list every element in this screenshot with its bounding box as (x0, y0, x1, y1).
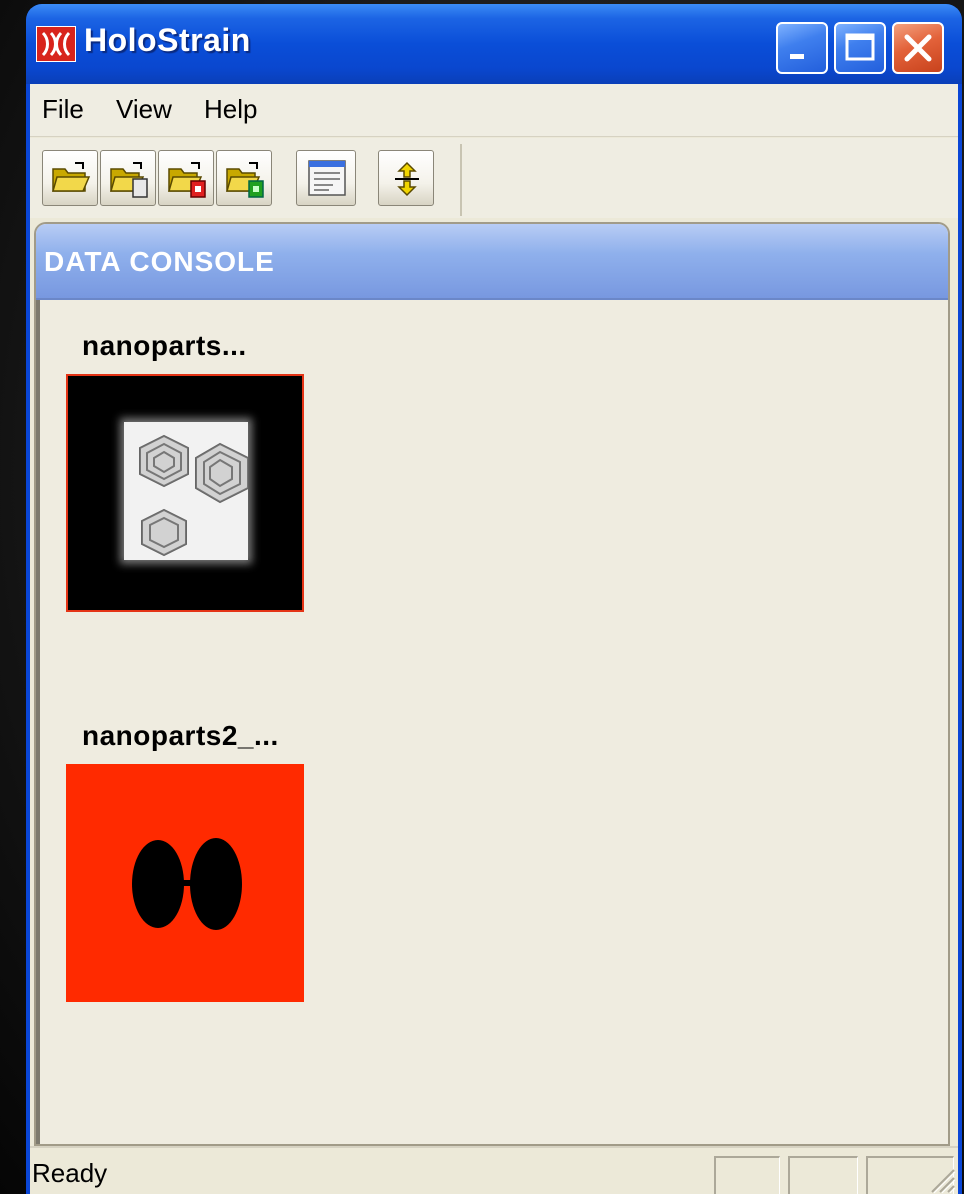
window-title: HoloStrain (84, 22, 251, 58)
data-console-header: DATA CONSOLE (36, 224, 948, 300)
status-pane (788, 1156, 858, 1194)
status-bar: Ready (30, 1146, 958, 1194)
menu-bar: File View Help (30, 84, 958, 137)
close-button[interactable] (892, 22, 944, 74)
open-folder-icon (52, 162, 91, 192)
holostrain-logo-icon[interactable] (36, 26, 76, 62)
window-list-button[interactable] (296, 150, 356, 206)
app-window: HoloStrain File View Help DATA CONSOLE n… (26, 4, 962, 1194)
close-icon (904, 34, 932, 62)
open-folder-file-icon (110, 162, 148, 198)
status-pane (714, 1156, 780, 1194)
menu-file[interactable]: File (42, 94, 84, 125)
nanoparticle-image (124, 422, 248, 560)
open-folder-red-button[interactable] (158, 150, 214, 206)
yellow-arrows-button[interactable] (378, 150, 434, 206)
minimize-button[interactable] (776, 22, 828, 74)
resize-grip-icon[interactable] (926, 1164, 956, 1194)
console-item-label: nanoparts2_... (82, 720, 279, 751)
minimize-icon (790, 54, 804, 59)
console-item-thumbnail[interactable] (66, 764, 304, 1002)
menu-view[interactable]: View (116, 94, 172, 125)
maximize-button[interactable] (834, 22, 886, 74)
open-folder-red-icon (168, 162, 206, 198)
console-item-label: nanoparts... (82, 330, 247, 361)
menu-help[interactable]: Help (204, 94, 257, 125)
window-client-area: File View Help DATA CONSOLE nanoparts...… (30, 84, 958, 1194)
open-folder-button[interactable] (42, 150, 98, 206)
open-folder-file-button[interactable] (100, 150, 156, 206)
open-folder-green-button[interactable] (216, 150, 272, 206)
strain-map-image (132, 838, 242, 930)
status-text: Ready (32, 1158, 108, 1188)
window-list-icon (308, 160, 346, 196)
yellow-arrows-icon (395, 161, 419, 197)
data-console-title: DATA CONSOLE (44, 246, 275, 277)
toolbar-group (38, 144, 462, 216)
data-console-panel: DATA CONSOLE nanoparts... nanoparts2_... (34, 222, 950, 1146)
open-folder-green-icon (226, 162, 264, 198)
toolbar (30, 138, 958, 218)
title-bar[interactable]: HoloStrain (26, 4, 962, 84)
console-item-thumbnail[interactable] (66, 374, 304, 612)
maximize-icon (845, 33, 875, 61)
data-console-body: nanoparts... nanoparts2_... (36, 300, 948, 1144)
